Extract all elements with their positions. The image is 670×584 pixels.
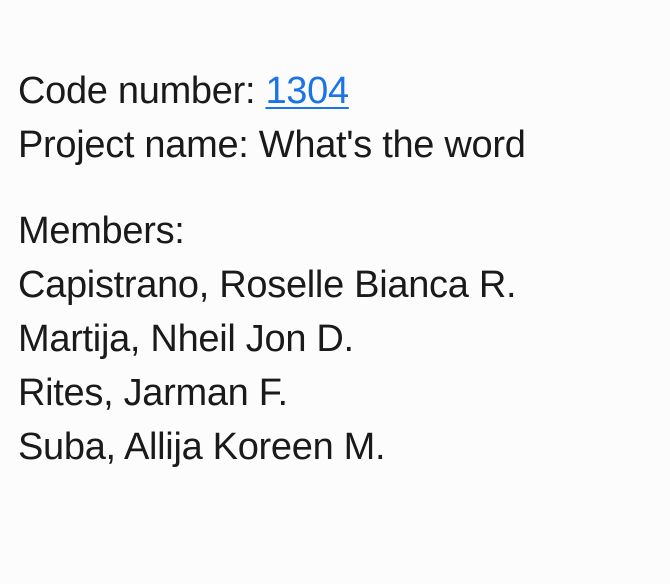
code-number-link[interactable]: 1304 [265, 70, 349, 112]
project-name-value: What's the word [258, 124, 526, 166]
note-content: Code number: 1304 Project name: What's t… [18, 64, 658, 474]
member-item: Suba, Allija Koreen M. [18, 426, 386, 468]
code-number-line: Code number: 1304 [18, 64, 658, 118]
member-item: Capistrano, Roselle Bianca R. [18, 264, 517, 306]
member-item: Rites, Jarman F. [18, 372, 288, 414]
members-heading: Members: [18, 210, 185, 252]
member-item: Martija, Nheil Jon D. [18, 318, 354, 360]
code-number-label: Code number: [18, 70, 266, 112]
project-name-line: Project name: What's the word [18, 118, 658, 172]
project-name-label: Project name: [18, 124, 259, 166]
